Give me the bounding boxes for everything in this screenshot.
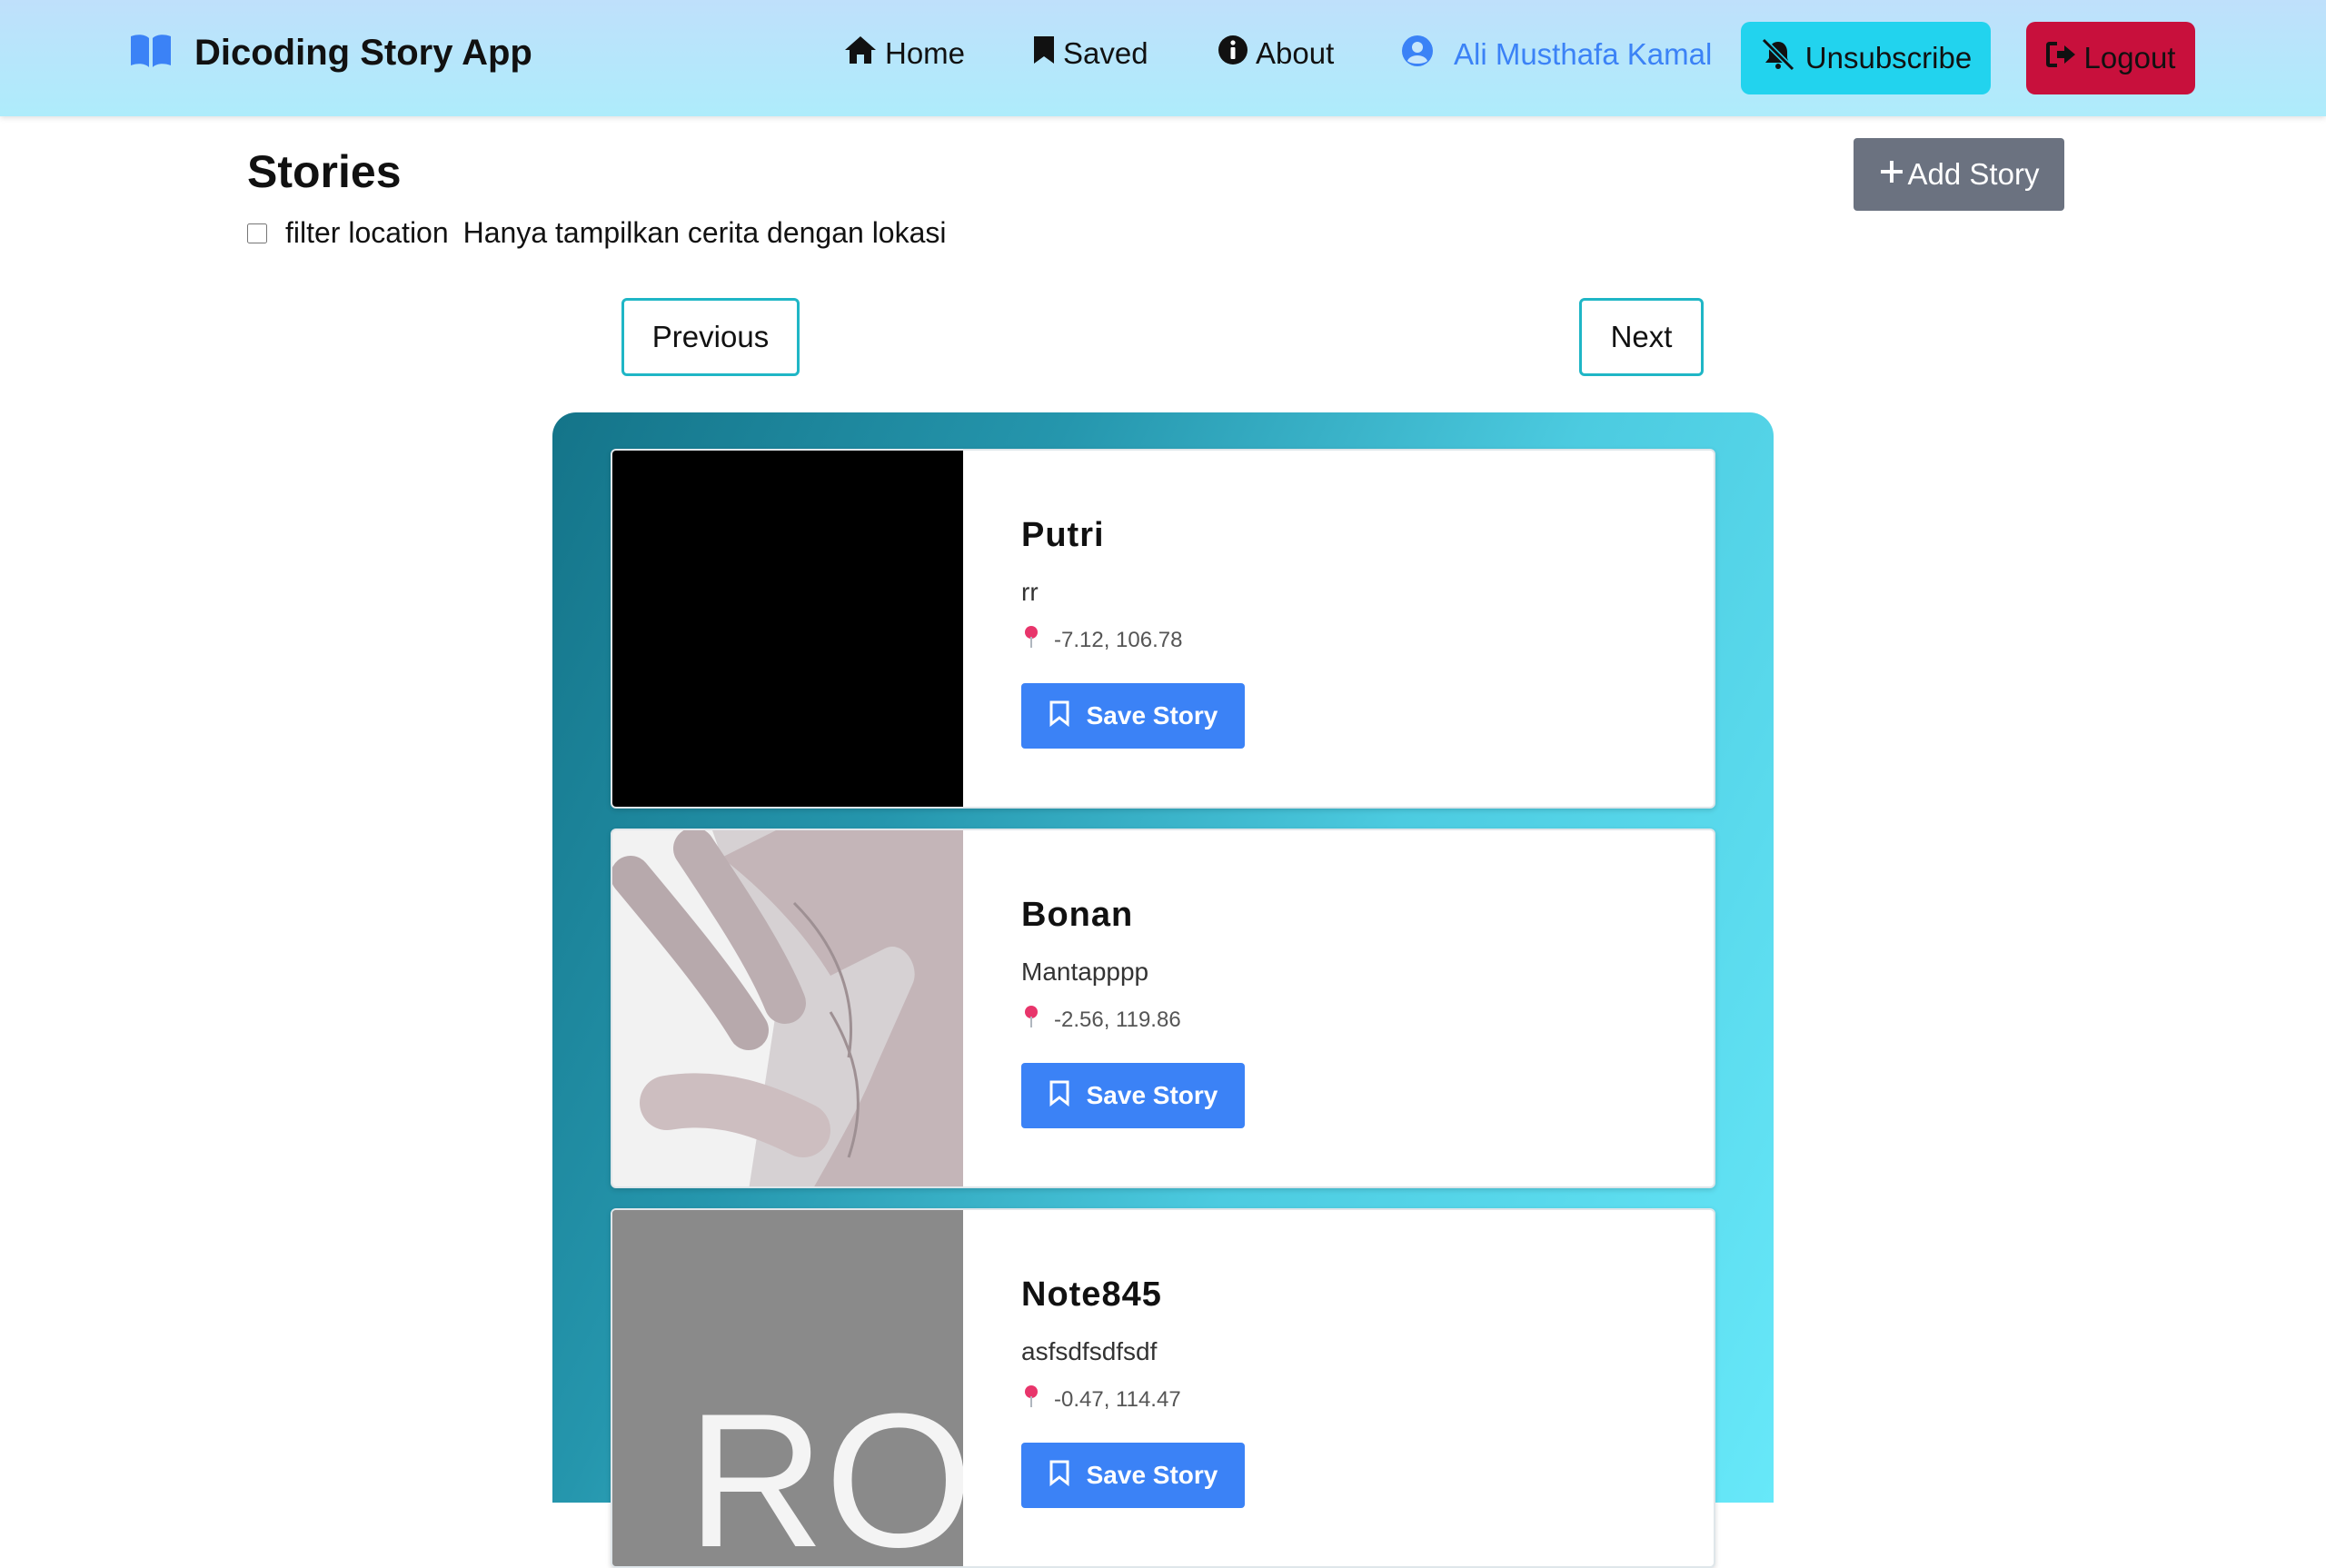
bell-slash-icon: [1760, 37, 1796, 78]
unsubscribe-button[interactable]: Unsubscribe: [1741, 22, 1991, 94]
page-title: Stories: [247, 146, 402, 197]
save-story-button[interactable]: Save Story: [1021, 1443, 1245, 1508]
story-location-text: -7.12, 106.78: [1054, 627, 1183, 652]
add-story-button[interactable]: Add Story: [1854, 138, 2064, 211]
info-circle-icon: [1218, 35, 1248, 73]
brand[interactable]: Dicoding Story App: [129, 33, 532, 74]
plus-icon: [1879, 157, 1904, 192]
story-description: rr: [1021, 578, 1039, 606]
top-navbar: Dicoding Story App Home Saved About Ali …: [0, 0, 2326, 116]
user-circle-icon: [1401, 35, 1434, 74]
filter-location: filter location Hanya tampilkan cerita d…: [247, 216, 947, 250]
book-open-icon: [129, 33, 173, 74]
story-image-text: RO: [687, 1374, 963, 1568]
save-story-label: Save Story: [1086, 1461, 1218, 1489]
save-story-label: Save Story: [1086, 1081, 1218, 1109]
bookmark-outline-icon: [1049, 700, 1070, 733]
story-location: -2.56, 119.86: [1021, 1005, 1181, 1035]
story-list: Putri rr -7.12, 106.78 Save Story Bonan …: [552, 412, 1774, 1568]
story-card[interactable]: Putri rr -7.12, 106.78 Save Story: [611, 449, 1715, 809]
story-location: -7.12, 106.78: [1021, 625, 1182, 655]
brand-title: Dicoding Story App: [194, 33, 532, 73]
logout-label: Logout: [2083, 41, 2176, 74]
save-story-label: Save Story: [1086, 701, 1218, 729]
map-pin-icon: [1021, 1384, 1041, 1414]
map-pin-icon: [1021, 1005, 1041, 1035]
story-image: RO: [612, 1210, 963, 1568]
filter-location-checkbox[interactable]: [247, 223, 267, 243]
story-location-text: -0.47, 114.47: [1054, 1386, 1181, 1412]
sign-out-icon: [2045, 41, 2077, 75]
bookmark-icon: [1032, 35, 1056, 73]
user-name: Ali Musthafa Kamal: [1454, 37, 1713, 71]
save-story-button[interactable]: Save Story: [1021, 683, 1245, 749]
nav-about-label: About: [1256, 36, 1335, 70]
filter-location-label: filter location: [285, 216, 449, 249]
nav-home-label: Home: [885, 36, 966, 70]
story-name: Note845: [1021, 1275, 1162, 1314]
story-description: asfsdfsdfsdf: [1021, 1337, 1158, 1365]
home-icon: [843, 35, 878, 73]
story-name: Bonan: [1021, 896, 1134, 934]
nav-saved-label: Saved: [1063, 36, 1148, 70]
logout-button[interactable]: Logout: [2026, 22, 2195, 94]
story-location-text: -2.56, 119.86: [1054, 1007, 1181, 1032]
story-card[interactable]: RO Note845 asfsdfsdfsdf -0.47, 114.47 Sa…: [611, 1208, 1715, 1568]
bookmark-outline-icon: [1049, 1079, 1070, 1113]
nav-about-link[interactable]: About: [1218, 35, 1334, 73]
bookmark-outline-icon: [1049, 1459, 1070, 1493]
map-pin-icon: [1021, 625, 1041, 655]
save-story-button[interactable]: Save Story: [1021, 1063, 1245, 1128]
filter-location-hint: Hanya tampilkan cerita dengan lokasi: [462, 216, 947, 249]
story-name: Putri: [1021, 516, 1105, 554]
story-card[interactable]: Bonan Mantapppp -2.56, 119.86 Save Story: [611, 829, 1715, 1188]
story-image: [612, 451, 963, 807]
story-image: [612, 830, 963, 1186]
nav-user-profile[interactable]: Ali Musthafa Kamal: [1401, 35, 1712, 74]
nav-home-link[interactable]: Home: [843, 35, 965, 73]
add-story-label: Add Story: [1907, 157, 2040, 191]
next-button[interactable]: Next: [1579, 298, 1704, 376]
story-location: -0.47, 114.47: [1021, 1384, 1181, 1414]
nav-saved-link[interactable]: Saved: [1032, 35, 1148, 73]
previous-button[interactable]: Previous: [621, 298, 800, 376]
unsubscribe-label: Unsubscribe: [1804, 41, 1973, 74]
story-description: Mantapppp: [1021, 958, 1149, 986]
